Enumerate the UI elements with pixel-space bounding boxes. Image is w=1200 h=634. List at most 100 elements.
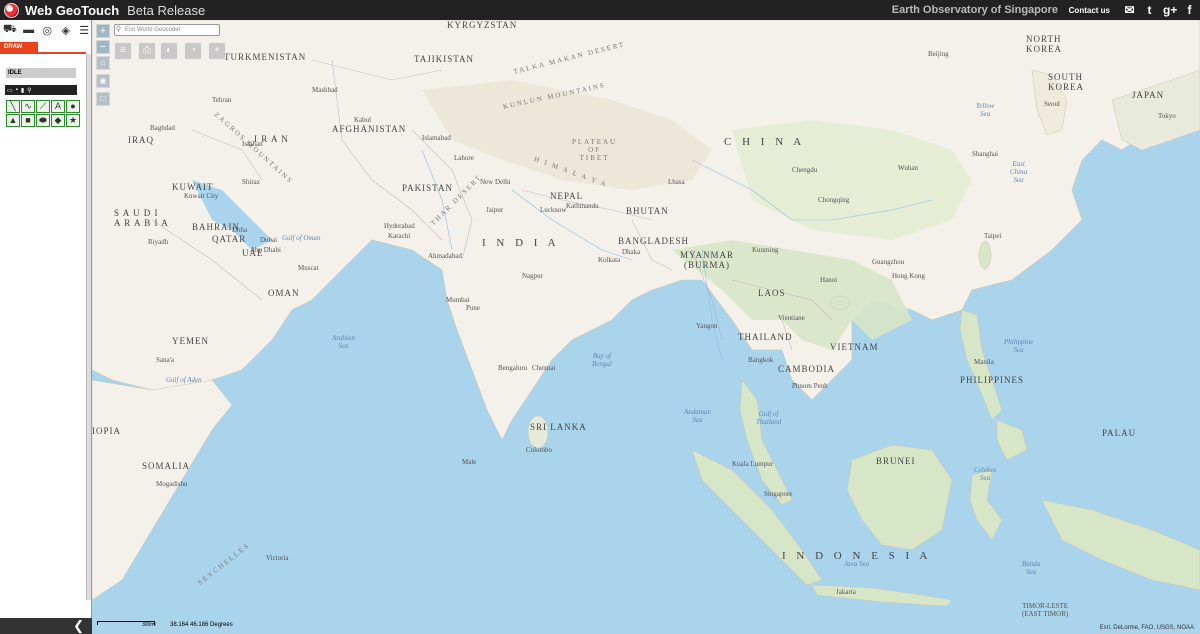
zoom-in-button[interactable]: +	[96, 24, 110, 38]
city-label: Taipei	[984, 232, 1002, 240]
zoom-out-button[interactable]: −	[96, 40, 110, 54]
locate-icon[interactable]: ◉	[96, 74, 110, 88]
open-folder-icon[interactable]: ▭	[7, 87, 13, 94]
label-philippine-sea: Philippine Sea	[1004, 338, 1034, 354]
label-vietnam: VIETNAM	[830, 342, 879, 352]
label-east-china-sea: East China Sea	[1010, 160, 1028, 184]
save-icon[interactable]: ▪	[16, 87, 18, 93]
label-bangladesh: BANGLADESH	[618, 236, 690, 246]
city-label: Mashhad	[312, 86, 338, 94]
label-yellow-sea: Yellow Sea	[976, 102, 995, 118]
label-ethiopia: IOPIA	[92, 426, 121, 436]
city-label: Chongqing	[818, 196, 850, 204]
text-tool-icon[interactable]: A	[51, 100, 65, 113]
label-india: I N D I A	[482, 237, 560, 249]
freehand-line-tool-icon[interactable]: ∿	[21, 100, 35, 113]
label-qatar: QATAR	[212, 234, 247, 244]
label-nepal: NEPAL	[550, 191, 584, 201]
city-label: Kuwait City	[184, 192, 219, 200]
label-timor-leste: TIMOR-LESTE (EAST TIMOR)	[1022, 602, 1069, 618]
label-turkmenistan: TURKMENISTAN	[224, 52, 307, 62]
trash-icon[interactable]: ▮	[21, 87, 24, 94]
mail-icon[interactable]: ✉	[1123, 3, 1136, 17]
app-title: Web GeoTouch	[25, 2, 120, 18]
top-bar: Web GeoTouch Beta Release Earth Observat…	[0, 0, 1200, 20]
panel-scrollbar[interactable]	[86, 54, 91, 600]
home-icon[interactable]: ⌂	[96, 56, 110, 70]
label-cambodia: CAMBODIA	[778, 364, 836, 374]
search-input[interactable]: Esri World Geocoder	[114, 24, 220, 36]
city-label: Tokyo	[1158, 112, 1176, 120]
city-label: Chengdu	[792, 166, 818, 174]
city-label: Nagpur	[522, 272, 543, 280]
city-label: Pune	[466, 304, 480, 312]
map-canvas[interactable]: TURKMENISTAN TAJIKISTAN KYRGYZSTAN AFGHA…	[92, 20, 1200, 634]
city-label: Mumbai	[446, 296, 470, 304]
ellipse-tool-icon[interactable]: ⬬	[36, 114, 50, 127]
basemap-gallery-icon[interactable]: ◐	[160, 42, 178, 60]
label-somalia: SOMALIA	[142, 461, 191, 471]
label-japan: JAPAN	[1132, 90, 1165, 100]
polyline-tool-icon[interactable]: ╲	[6, 100, 20, 113]
city-label: Abu Dhabi	[250, 246, 281, 254]
city-label: Jakarta	[836, 588, 856, 596]
city-label: Bangkok	[748, 356, 774, 364]
collapse-panel-button[interactable]: ❮	[0, 618, 92, 634]
search-icon[interactable]: ⚲	[27, 87, 31, 94]
app-subtitle: Beta Release	[127, 2, 206, 18]
city-label: Singapore	[764, 490, 793, 498]
globe-icon[interactable]: ◎	[40, 24, 54, 37]
car-icon[interactable]: ⛟	[3, 23, 17, 37]
coordinate-readout: 38.164 46.186 Degrees	[170, 622, 233, 628]
freehand-polygon-tool-icon[interactable]: ◆	[51, 114, 65, 127]
city-label: Islamabad	[422, 134, 451, 142]
triangle-tool-icon[interactable]: ▲	[6, 114, 20, 127]
label-gulf-of-thailand: Gulf of Thailand	[756, 410, 782, 426]
city-label: Beijing	[928, 50, 949, 58]
rectangle-tool-icon[interactable]: ■	[21, 114, 35, 127]
label-laos: LAOS	[758, 288, 786, 298]
label-tajikistan: TAJIKISTAN	[414, 54, 475, 64]
city-label: Hanoi	[820, 276, 838, 284]
label-plateau-of-tibet: PLATEAU OF TIBET	[572, 138, 618, 162]
panel-toolbar: ⛟ ▬ ◎ ◈ ☰	[0, 20, 91, 40]
label-banda-sea: Banda Sea	[1022, 560, 1041, 576]
google-plus-icon[interactable]: g+	[1163, 3, 1177, 17]
city-label: Lucknow	[540, 206, 567, 214]
city-label: Doha	[232, 226, 248, 234]
rss-icon[interactable]: ◔	[184, 42, 202, 60]
social-links: ✉ t g+ f	[1123, 3, 1196, 17]
city-label: Seoul	[1044, 100, 1060, 108]
label-celebes-sea: Celebes Sea	[974, 466, 997, 482]
twitter-icon[interactable]: t	[1143, 3, 1156, 17]
city-label: Shiraz	[242, 178, 260, 186]
label-myanmar: MYANMAR (BURMA)	[680, 250, 735, 270]
label-oman: OMAN	[268, 288, 300, 298]
ruler-icon[interactable]: ▬	[22, 24, 36, 36]
add-layer-icon[interactable]: +	[208, 42, 226, 60]
city-label: Kathmandu	[566, 202, 599, 210]
contact-link[interactable]: Contact us	[1069, 6, 1110, 15]
city-label: Karachi	[388, 232, 411, 240]
list-icon[interactable]: ☰	[77, 24, 91, 37]
layers-icon[interactable]: ◈	[59, 24, 73, 37]
measure-icon[interactable]: ≡	[114, 42, 132, 60]
star-tool-icon[interactable]: ★	[66, 114, 80, 127]
label-china: C H I N A	[724, 136, 806, 148]
point-tool-icon[interactable]: ●	[66, 100, 80, 113]
fullscreen-icon[interactable]: □	[96, 92, 110, 106]
label-andaman-sea: Andaman Sea	[684, 408, 711, 424]
facebook-icon[interactable]: f	[1183, 3, 1196, 17]
scale-label: 300mi	[142, 622, 156, 628]
city-label: Riyadh	[148, 238, 169, 246]
city-label: Guangzhou	[872, 258, 905, 266]
label-south-korea: SOUTH KOREA	[1048, 72, 1084, 92]
city-label: Dhaka	[622, 248, 641, 256]
organization-name: Earth Observatory of Singapore	[891, 4, 1058, 16]
app-logo-icon	[4, 2, 19, 18]
label-afghanistan: AFGHANISTAN	[332, 124, 407, 134]
multi-line-tool-icon[interactable]: ⟋	[36, 100, 50, 113]
city-label: Vientiane	[778, 314, 805, 322]
print-icon[interactable]: ⎙	[138, 42, 156, 60]
city-label: Shanghai	[972, 150, 999, 158]
